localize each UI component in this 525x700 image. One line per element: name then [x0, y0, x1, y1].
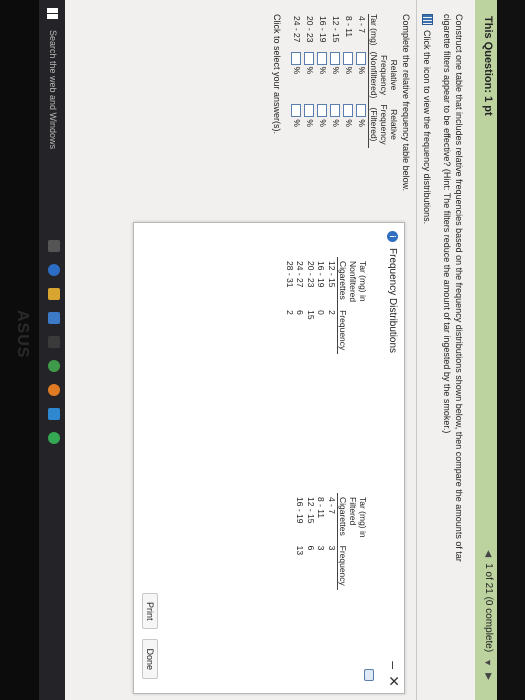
taskbar-search[interactable]: Search the web and Windows [48, 30, 58, 149]
filtered-input-1[interactable] [343, 104, 354, 118]
divider [416, 0, 417, 700]
filtered-freq-header: Frequency [337, 541, 368, 590]
filtered-table: Tar (mg) in Filtered Cigarettes Frequency … [295, 493, 368, 590]
select-hint: Click to select your answer(s). [272, 14, 282, 135]
question-nav[interactable]: ◀ 1 of 21 (0 complete) ▼ ▶ [483, 550, 494, 680]
close-icon[interactable]: ✕ [385, 675, 402, 687]
firefox-icon[interactable] [48, 384, 60, 396]
laptop-bezel: ASUS [0, 0, 39, 700]
popup-buttons: Print Done [142, 592, 158, 679]
file-explorer-icon[interactable] [48, 288, 60, 300]
question-title: This Question: 1 pt [482, 16, 494, 116]
table-row: 24 - 27 % % [291, 16, 302, 127]
table-row: 12 - 15 2 [327, 261, 337, 315]
view-data-text: Click the icon to view the frequency dis… [422, 30, 433, 225]
taskbar: Search the web and Windows [39, 0, 65, 700]
chrome-icon[interactable] [48, 360, 60, 372]
task-view-icon[interactable] [48, 240, 60, 252]
filtered-input-3[interactable] [317, 104, 328, 118]
instructions: Construct one table that includes relati… [441, 14, 465, 654]
table-row: 20 - 23 % % [304, 16, 315, 127]
col-nonfiltered-header: Relative Frequency (Nonfiltered) [368, 48, 399, 102]
photos-icon[interactable] [48, 408, 60, 420]
next-arrow-icon[interactable]: ▶ [483, 673, 494, 680]
table-row: 16 - 19 % % [317, 16, 328, 127]
question-content: Construct one table that includes relati… [65, 0, 475, 700]
table-row: 12 - 15 6 [306, 497, 316, 551]
filtered-col-header: Tar (mg) in Filtered Cigarettes [337, 493, 368, 542]
minimize-icon[interactable]: – [386, 661, 402, 669]
col-filtered-header: Relative Frequency (Filtered) [368, 101, 399, 148]
rotated-screen: This Question: 1 pt ◀ 1 of 21 (0 complet… [0, 0, 525, 700]
frequency-distributions-popup: i Frequency Distributions – ✕ Tar (mg) i… [133, 222, 405, 694]
table-row: 16 - 19 13 [295, 497, 306, 556]
nonfiltered-input-5[interactable] [291, 51, 302, 65]
table-row: 20 - 23 15 [306, 261, 316, 320]
col-tar-header: Tar (mg) [368, 14, 399, 49]
nonfiltered-input-2[interactable] [330, 51, 341, 65]
instruction-line-2: cigarette filters appear to be effective… [442, 14, 452, 434]
nonfiltered-input-0[interactable] [356, 51, 367, 65]
done-button[interactable]: Done [142, 639, 158, 679]
copy-data-icon[interactable] [364, 669, 374, 681]
relative-frequency-section: Complete the relative frequency table be… [272, 14, 411, 204]
store-icon[interactable] [48, 312, 60, 324]
question-progress[interactable]: 1 of 21 (0 complete) [483, 563, 494, 652]
dropdown-icon[interactable]: ▼ [484, 658, 494, 667]
filtered-input-4[interactable] [304, 104, 315, 118]
table-row: 4 - 7 % % [356, 16, 367, 127]
table-row: 4 - 73 [327, 497, 337, 551]
view-data-line[interactable]: Click the icon to view the frequency dis… [422, 14, 433, 224]
instruction-line-1: Construct one table that includes relati… [454, 14, 464, 562]
table-row: 8 - 11 % % [343, 16, 354, 127]
screen-bezel [497, 0, 525, 700]
calculator-icon[interactable] [48, 336, 60, 348]
filtered-input-2[interactable] [330, 104, 341, 118]
info-icon: i [387, 231, 398, 242]
nonfiltered-col-header: Tar (mg) in Nonfiltered Cigarettes [337, 257, 368, 307]
nonfiltered-freq-header: Frequency [337, 306, 368, 355]
brand-logo: ASUS [14, 310, 31, 359]
filtered-input-5[interactable] [291, 104, 302, 118]
nonfiltered-table: Tar (mg) in Nonfiltered Cigarettes Frequen… [285, 257, 368, 355]
prev-arrow-icon[interactable]: ◀ [483, 550, 494, 557]
nonfiltered-input-4[interactable] [304, 51, 315, 65]
nonfiltered-input-1[interactable] [343, 51, 354, 65]
windows-start-icon[interactable] [47, 8, 58, 19]
table-row: 16 - 19 0 [316, 261, 327, 315]
table-intro: Complete the relative frequency table be… [401, 14, 411, 192]
filtered-input-0[interactable] [356, 104, 367, 118]
question-header: This Question: 1 pt ◀ 1 of 21 (0 complet… [475, 0, 497, 700]
table-row: 8 - 11 3 [316, 497, 327, 551]
taskbar-apps [48, 240, 60, 444]
data-table-icon[interactable] [422, 14, 433, 25]
table-row: 28 - 31 2 [285, 261, 295, 315]
table-row: 12 - 15 % % [330, 16, 341, 127]
nonfiltered-input-3[interactable] [317, 51, 328, 65]
table-row: 24 - 27 6 [295, 261, 306, 315]
popup-title: i Frequency Distributions [387, 231, 398, 353]
print-button[interactable]: Print [142, 592, 158, 630]
money-icon[interactable] [48, 432, 60, 444]
edge-icon[interactable] [48, 264, 60, 276]
relative-frequency-table: Tar (mg) Relative Frequency (Nonfiltered) … [290, 14, 399, 148]
